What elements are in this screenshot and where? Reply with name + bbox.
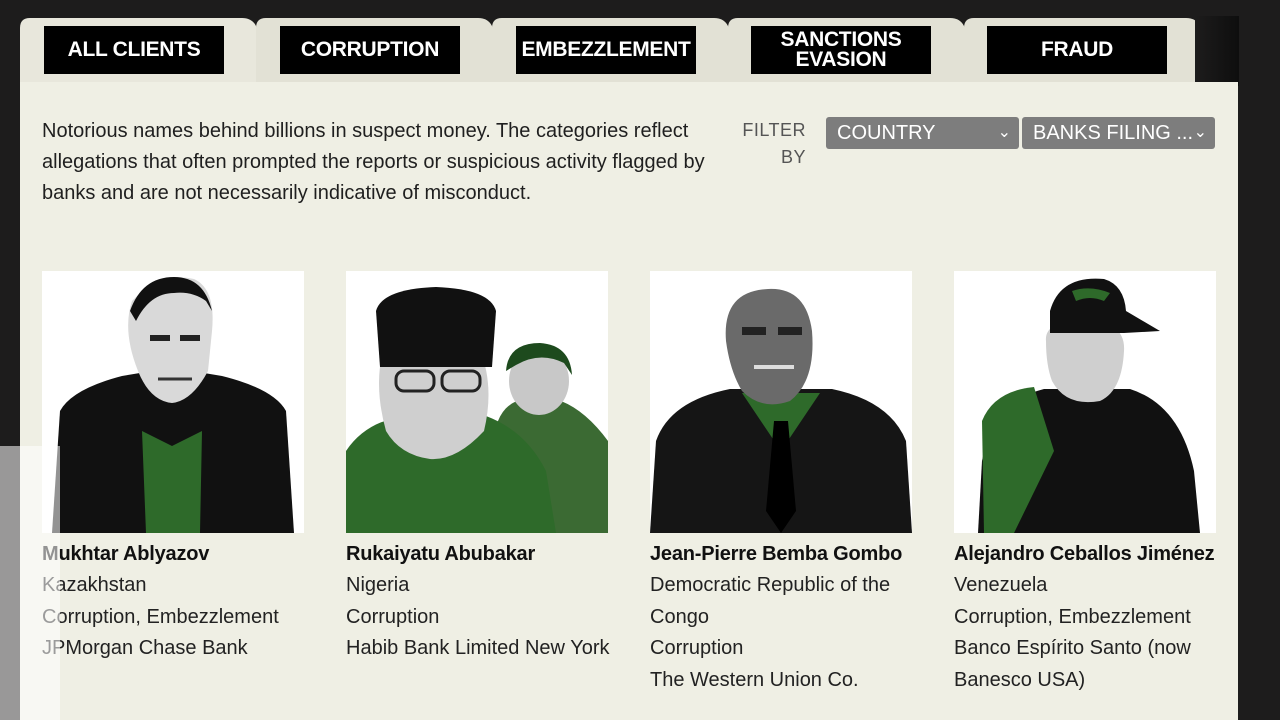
country-select[interactable]: COUNTRY ⌄ <box>826 117 1019 149</box>
client-card[interactable]: Alejandro Ceballos Jiménez Venezuela Cor… <box>954 271 1218 696</box>
tab-all-clients[interactable]: ALL CLIENTS <box>44 26 224 74</box>
tab-corruption[interactable]: CORRUPTION <box>280 26 460 74</box>
client-name: Mukhtar Ablyazov <box>42 543 210 565</box>
client-bank: The Western Union Co. <box>650 668 859 691</box>
client-country: Democratic Republic of the Congo <box>650 574 891 628</box>
tab-fraud[interactable]: FRAUD <box>987 26 1167 74</box>
filter-label: FILTER BY <box>742 120 806 167</box>
client-card[interactable]: Jean-Pierre Bemba Gombo Democratic Repub… <box>650 271 914 696</box>
client-portrait <box>954 271 1216 533</box>
client-portrait <box>346 271 608 533</box>
category-tabs: ALL CLIENTS CORRUPTION EMBEZZLEMENT SANC… <box>20 16 1238 88</box>
banks-filing-select[interactable]: BANKS FILING ... ⌄ <box>1022 117 1215 149</box>
client-bank: JPMorgan Chase Bank <box>42 637 248 659</box>
client-bank: Banco Espírito Santo (now Banesco USA) <box>954 637 1191 691</box>
client-bank: Habib Bank Limited New York <box>346 637 610 659</box>
client-categories: Corruption, Embezzlement <box>954 605 1191 628</box>
chevron-down-icon: ⌄ <box>1193 124 1207 141</box>
chevron-down-icon: ⌄ <box>997 124 1011 141</box>
banks-select-value: BANKS FILING ... <box>1033 122 1194 144</box>
client-name: Rukaiyatu Abubakar <box>346 543 536 565</box>
client-name: Alejandro Ceballos Jiménez <box>954 543 1215 565</box>
client-country: Venezuela <box>954 574 1048 596</box>
client-portrait <box>650 271 912 533</box>
tab-strip-edge <box>1195 16 1239 86</box>
client-card[interactable]: Mukhtar Ablyazov Kazakhstan Corruption, … <box>42 271 306 665</box>
side-overlay <box>0 446 60 720</box>
client-name: Jean-Pierre Bemba Gombo <box>650 543 903 565</box>
tab-embezzlement[interactable]: EMBEZZLEMENT <box>516 26 696 74</box>
client-country: Nigeria <box>346 574 410 596</box>
country-select-value: COUNTRY <box>837 122 936 144</box>
client-card[interactable]: Rukaiyatu Abubakar Nigeria Corruption Ha… <box>346 271 610 665</box>
client-categories: Corruption <box>650 637 744 659</box>
client-categories: Corruption <box>346 605 440 628</box>
tab-sanctions-evasion[interactable]: SANCTIONS EVASION <box>751 26 931 74</box>
client-categories: Corruption, Embezzlement <box>42 605 279 628</box>
client-country: Kazakhstan <box>42 574 147 596</box>
intro-text: Notorious names behind billions in suspe… <box>42 120 705 204</box>
client-portrait <box>42 271 304 533</box>
